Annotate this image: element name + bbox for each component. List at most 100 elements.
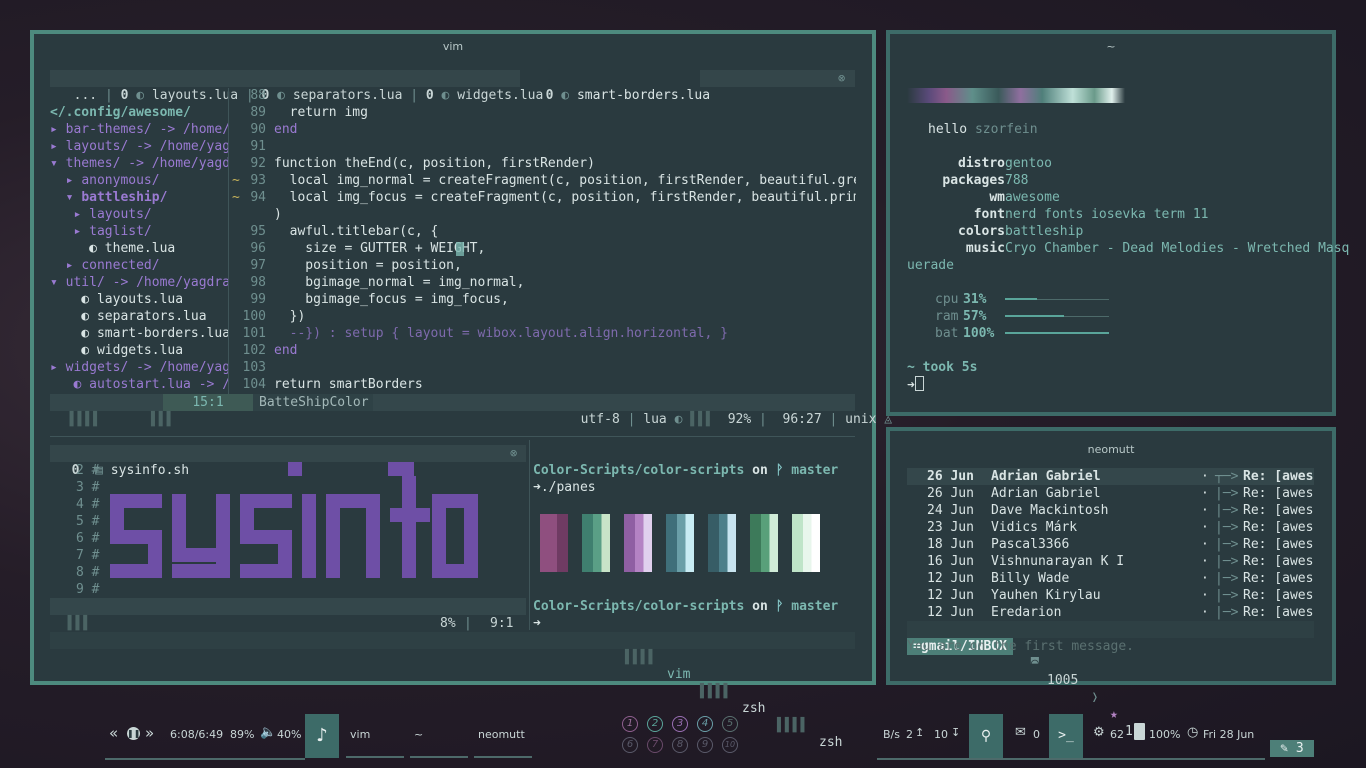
file-tree: </.config/awesome/ ▸ bar-themes/ -> /hom… xyxy=(50,104,228,394)
tab-close-icon[interactable]: ⊗ xyxy=(838,70,845,87)
window-title: neomutt xyxy=(1087,443,1135,456)
tab-active[interactable]: 0 ◐ smart-borders.lua xyxy=(520,70,710,103)
mail-from: Dave Mackintosh xyxy=(991,503,1109,518)
tree-item[interactable]: ◐ separators.lua xyxy=(50,308,206,325)
tmux-window-vim[interactable]: vim xyxy=(667,666,690,683)
info-value: nerd fonts iosevka term 11 xyxy=(1005,207,1209,222)
status-position: 15:1 xyxy=(163,394,253,411)
mail-from: Pascal3366 xyxy=(991,537,1070,552)
meter-value: 31% xyxy=(963,292,987,307)
tree-item[interactable]: ▸ anonymous/ xyxy=(50,172,160,189)
tag-4[interactable]: 4 xyxy=(697,716,713,732)
tag-5[interactable]: 5 xyxy=(722,716,738,732)
code-comment: --}) : setup { layout = wibox.layout.ali… xyxy=(274,326,728,341)
info-value: Cryo Chamber - Dead Melodies - Wretched … xyxy=(1005,241,1350,256)
mail-date: 24 Jun xyxy=(927,503,974,518)
mutt-message: You are on the first message. xyxy=(907,639,1134,654)
shell-input[interactable]: ➜ xyxy=(533,615,541,632)
tree-item[interactable]: ▸ layouts/ -> /home/yagdr xyxy=(50,138,228,155)
music-icon[interactable]: ♪ xyxy=(305,714,339,758)
task-home[interactable]: ~ xyxy=(410,728,468,758)
info-key: font xyxy=(973,207,1005,222)
tag-6[interactable]: 6 xyxy=(622,737,638,753)
tag-10[interactable]: 10 xyxy=(722,737,738,753)
mail-date: 12 Jun xyxy=(927,571,974,586)
line-number: 96 xyxy=(250,241,266,256)
tab-layouts[interactable]: layouts.lua xyxy=(152,88,238,103)
tab-more[interactable]: ... xyxy=(66,88,97,103)
tree-item[interactable]: ▸ widgets/ -> /home/yagdr xyxy=(50,359,228,376)
window-title: vim xyxy=(442,40,464,53)
mail-subject: Re: [awesom xyxy=(1243,503,1314,518)
meter-label: ram xyxy=(935,309,959,324)
code-line: 8 # xyxy=(76,565,100,580)
mail-from: Vidics Márk xyxy=(991,520,1078,535)
took-line: ~ took 5s xyxy=(907,360,978,375)
tree-item[interactable]: ▸ taglist/ xyxy=(50,223,151,240)
line-number: 88 xyxy=(250,88,266,103)
terminal-icon[interactable]: >_ xyxy=(1049,714,1083,758)
cpu-temp: 62 xyxy=(1110,728,1124,741)
tree-item[interactable]: ▸ bar-themes/ -> /home/ya xyxy=(50,121,228,138)
prev-icon[interactable]: « xyxy=(109,724,118,742)
net-up: 2 xyxy=(906,728,913,741)
info-value: gentoo xyxy=(1005,156,1052,171)
battery-icon xyxy=(1134,723,1145,740)
status-percent: 8% xyxy=(440,616,456,631)
tree-item[interactable]: ▾ util/ -> /home/yagdra/l xyxy=(50,274,228,291)
code-line: 2 # xyxy=(76,463,100,478)
tag-2[interactable]: 2 xyxy=(647,716,663,732)
line-number: 99 xyxy=(250,292,266,307)
player-percent: 89% xyxy=(230,728,255,741)
mail-subject: Re: [awesom xyxy=(1243,537,1314,552)
mail-date: 23 Jun xyxy=(927,520,974,535)
tree-item[interactable]: ◐ layouts.lua xyxy=(50,291,183,308)
tab-close-icon[interactable]: ⊗ xyxy=(510,445,517,462)
status-percent: 92% xyxy=(727,412,752,427)
mail-date: 26 Jun xyxy=(927,486,974,501)
code-line: local img_normal = createFragment(c, pos… xyxy=(289,173,856,188)
tree-item[interactable]: ▾ battleship/ xyxy=(50,189,168,206)
tree-item[interactable]: ◐ smart-borders.lua xyxy=(50,325,228,342)
pause-icon[interactable]: ❚❚ xyxy=(127,727,140,740)
task-neomutt[interactable]: neomutt xyxy=(474,728,532,758)
mail-icon[interactable]: ✉ xyxy=(1015,725,1026,740)
status-cursor: 9:1 xyxy=(490,616,514,631)
status-right: utf-8 | lua ◐ ▌▌▌ 92% | 96:27 | unix ◬ xyxy=(565,394,892,427)
tag-7[interactable]: 7 xyxy=(647,737,663,753)
fetch-shell-input[interactable]: ➜ xyxy=(907,376,924,394)
status-encoding: utf-8 xyxy=(580,412,620,427)
tag-9[interactable]: 9 xyxy=(697,737,713,753)
tree-item[interactable]: ▸ layouts/ xyxy=(50,206,151,223)
meter-label: bat xyxy=(935,326,959,341)
net-down: 10 xyxy=(934,728,948,741)
info-key: colors xyxy=(958,224,1005,239)
tree-item[interactable]: ▸ connected/ xyxy=(50,257,160,274)
tag-8[interactable]: 8 xyxy=(672,737,688,753)
text-cursor xyxy=(456,242,464,256)
info-value: battleship xyxy=(1005,224,1084,239)
net-unit: B/s xyxy=(883,728,900,741)
tag-1[interactable]: 1 xyxy=(622,716,638,732)
code-editor[interactable]: return img end function theEnd(c, positi… xyxy=(274,87,856,393)
vertical-split xyxy=(228,88,229,394)
task-vim[interactable]: vim xyxy=(346,728,404,758)
mail-date: 18 Jun xyxy=(927,537,974,552)
download-icon: ↧ xyxy=(951,726,961,739)
network-icon[interactable]: ⚲ xyxy=(969,714,1003,758)
tree-item[interactable]: ◐ theme.lua xyxy=(50,240,175,257)
next-icon[interactable]: » xyxy=(145,724,154,742)
tree-item[interactable]: ◐ autostart.lua -> /ho xyxy=(50,376,228,393)
mail-widget-count: 0 xyxy=(1033,728,1040,741)
line-number: 90 xyxy=(250,122,266,137)
mail-subject: Re: [awesom xyxy=(1243,571,1314,586)
code-line: bgimage_normal = img_normal, xyxy=(274,275,525,290)
mail-subject: Re: [awesom xyxy=(1243,554,1314,569)
mail-count: 1005 xyxy=(1047,673,1079,688)
line-number: 98 xyxy=(250,275,266,290)
volume-icon[interactable]: 🔈 xyxy=(260,725,276,740)
status-format: unix xyxy=(845,412,877,427)
tree-item[interactable]: ▾ themes/ -> /home/yagdra xyxy=(50,155,228,172)
tag-3[interactable]: 3 xyxy=(672,716,688,732)
tree-item[interactable]: ◐ widgets.lua xyxy=(50,342,183,359)
